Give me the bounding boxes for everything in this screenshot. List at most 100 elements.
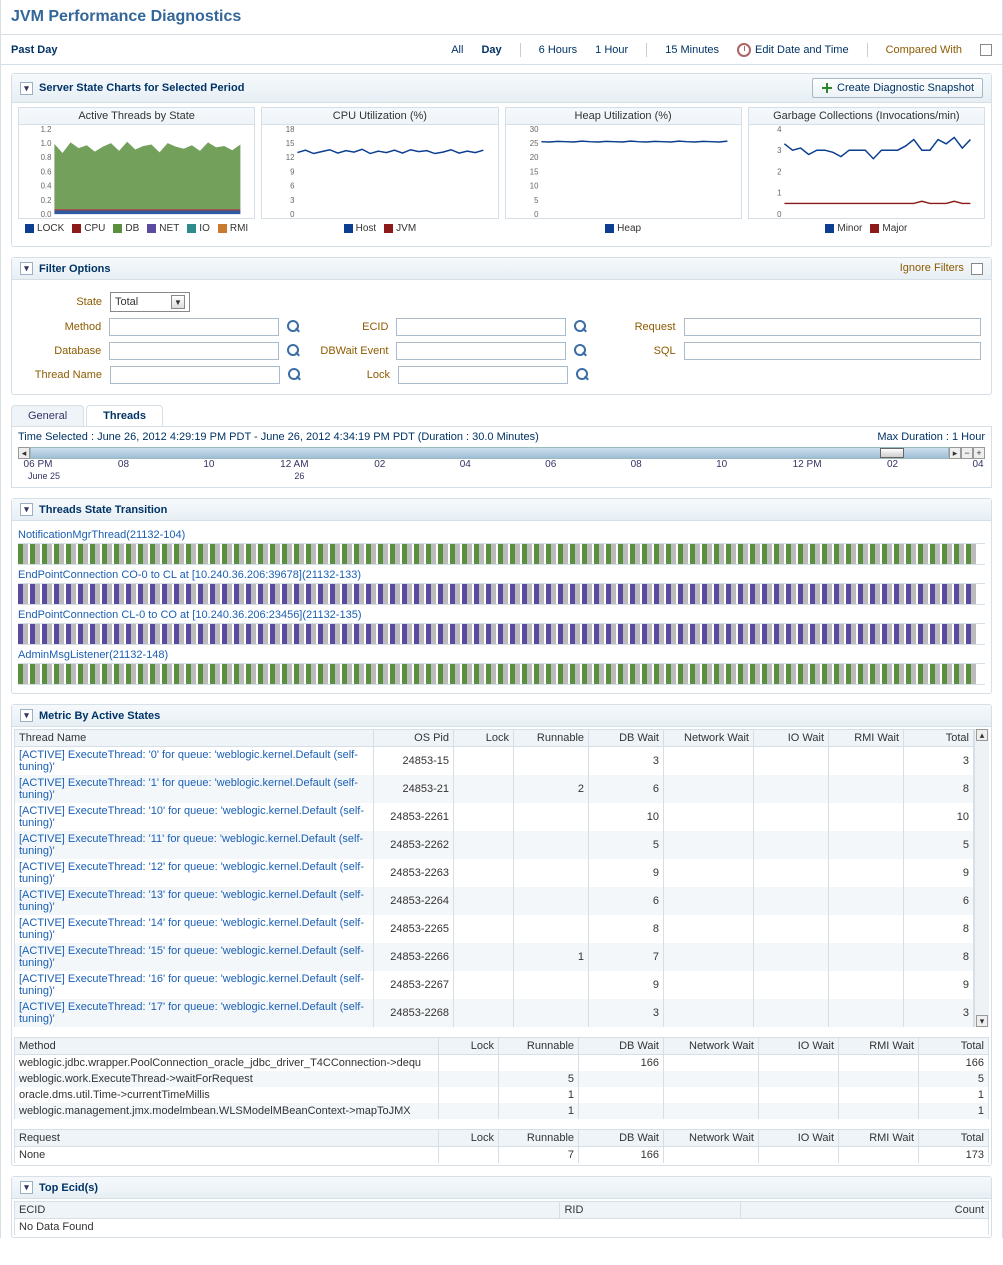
search-icon[interactable]: [287, 320, 301, 334]
range-day[interactable]: Day: [481, 44, 501, 56]
column-header[interactable]: DB Wait: [579, 1130, 664, 1147]
column-header[interactable]: RMI Wait: [839, 1038, 919, 1055]
ignore-filters-checkbox[interactable]: [971, 263, 983, 275]
column-header[interactable]: IO Wait: [759, 1038, 839, 1055]
row-link[interactable]: [ACTIVE] ExecuteThread: '10' for queue: …: [15, 803, 374, 831]
column-header[interactable]: IO Wait: [754, 730, 829, 747]
row-link[interactable]: [ACTIVE] ExecuteThread: '11' for queue: …: [15, 831, 374, 859]
column-header[interactable]: Total: [904, 730, 974, 747]
column-header[interactable]: Runnable: [499, 1130, 579, 1147]
column-header[interactable]: Total: [919, 1130, 989, 1147]
tab-general[interactable]: General: [11, 405, 84, 426]
cell: [664, 747, 754, 776]
thread-link[interactable]: AdminMsgListener(21132-148): [18, 649, 985, 661]
column-header[interactable]: Runnable: [499, 1038, 579, 1055]
compared-with-checkbox[interactable]: [980, 44, 992, 56]
panel-title: Server State Charts for Selected Period: [39, 82, 244, 94]
filter-request-input[interactable]: [684, 318, 981, 336]
search-icon[interactable]: [576, 368, 590, 382]
row-link[interactable]: [ACTIVE] ExecuteThread: '17' for queue: …: [15, 999, 374, 1027]
search-icon[interactable]: [287, 344, 301, 358]
timeline-scroll-left[interactable]: ◂: [18, 447, 30, 459]
column-header[interactable]: Request: [15, 1130, 439, 1147]
cell: [754, 943, 829, 971]
cell: 9: [904, 971, 974, 999]
range-label: Past Day: [11, 44, 57, 56]
timeline-scrollbar[interactable]: [30, 447, 949, 459]
collapse-toggle[interactable]: ▾: [20, 82, 33, 95]
column-header[interactable]: Lock: [439, 1130, 499, 1147]
column-header[interactable]: Lock: [439, 1038, 499, 1055]
cell: [829, 887, 904, 915]
timeline-scroll-right[interactable]: ▸: [949, 447, 961, 459]
column-header[interactable]: DB Wait: [589, 730, 664, 747]
table-row: None7166173: [15, 1147, 989, 1164]
row-link[interactable]: [ACTIVE] ExecuteThread: '12' for queue: …: [15, 859, 374, 887]
tab-threads[interactable]: Threads: [86, 405, 163, 426]
range-all[interactable]: All: [451, 44, 463, 56]
column-header[interactable]: OS Pid: [374, 730, 454, 747]
svg-text:6: 6: [290, 182, 295, 191]
filter-dbwait-event-input[interactable]: [396, 342, 566, 360]
filter-lock-input[interactable]: [398, 366, 568, 384]
collapse-toggle[interactable]: ▾: [20, 503, 33, 516]
search-icon[interactable]: [288, 368, 302, 382]
thread-link[interactable]: NotificationMgrThread(21132-104): [18, 529, 985, 541]
state-select[interactable]: Total▼: [110, 292, 190, 312]
column-header[interactable]: RID: [560, 1202, 741, 1219]
timeline-zoom-in[interactable]: +: [973, 447, 985, 459]
column-header[interactable]: RMI Wait: [839, 1130, 919, 1147]
cell: weblogic.management.jmx.modelmbean.WLSMo…: [15, 1103, 439, 1119]
row-link[interactable]: [ACTIVE] ExecuteThread: '1' for queue: '…: [15, 775, 374, 803]
scroll-up[interactable]: ▴: [976, 729, 988, 741]
column-header[interactable]: IO Wait: [759, 1130, 839, 1147]
column-header[interactable]: DB Wait: [579, 1038, 664, 1055]
column-header[interactable]: Total: [919, 1038, 989, 1055]
column-header[interactable]: Network Wait: [664, 1038, 759, 1055]
column-header[interactable]: Method: [15, 1038, 439, 1055]
collapse-toggle[interactable]: ▾: [20, 262, 33, 275]
chart-plot: 0.00.20.40.60.81.01.2: [18, 124, 255, 219]
row-link[interactable]: [ACTIVE] ExecuteThread: '16' for queue: …: [15, 971, 374, 999]
row-link[interactable]: [ACTIVE] ExecuteThread: '14' for queue: …: [15, 915, 374, 943]
cell: [439, 1087, 499, 1103]
filter-database-input[interactable]: [109, 342, 279, 360]
cell: 8: [904, 915, 974, 943]
column-header[interactable]: Lock: [454, 730, 514, 747]
timeline-thumb[interactable]: [880, 448, 904, 458]
filter-sql-input[interactable]: [684, 342, 981, 360]
filter-method-input[interactable]: [109, 318, 279, 336]
column-header[interactable]: ECID: [15, 1202, 560, 1219]
range-6h[interactable]: 6 Hours: [539, 44, 578, 56]
scroll-down[interactable]: ▾: [976, 1015, 988, 1027]
filter-thread-name-input[interactable]: [110, 366, 280, 384]
thread-link[interactable]: EndPointConnection CL-0 to CO at [10.240…: [18, 609, 985, 621]
column-header[interactable]: Thread Name: [15, 730, 374, 747]
filter-ecid-input[interactable]: [396, 318, 566, 336]
edit-date-time[interactable]: Edit Date and Time: [737, 43, 849, 57]
collapse-toggle[interactable]: ▾: [20, 709, 33, 722]
column-header[interactable]: Network Wait: [664, 730, 754, 747]
column-header[interactable]: Runnable: [514, 730, 589, 747]
cell: [664, 831, 754, 859]
collapse-toggle[interactable]: ▾: [20, 1181, 33, 1194]
timeline-zoom-out[interactable]: −: [961, 447, 973, 459]
search-icon[interactable]: [574, 344, 588, 358]
range-1h[interactable]: 1 Hour: [595, 44, 628, 56]
row-link[interactable]: [ACTIVE] ExecuteThread: '15' for queue: …: [15, 943, 374, 971]
cell: [664, 1055, 759, 1072]
metric-scrollbar[interactable]: ▴ ▾: [974, 729, 989, 1027]
column-header[interactable]: Network Wait: [664, 1130, 759, 1147]
time-toolbar: Past Day All Day 6 Hours 1 Hour 15 Minut…: [1, 35, 1002, 65]
svg-text:15: 15: [529, 167, 538, 176]
cell: [754, 859, 829, 887]
column-header[interactable]: Count: [741, 1202, 989, 1219]
search-icon[interactable]: [574, 320, 588, 334]
row-link[interactable]: [ACTIVE] ExecuteThread: '13' for queue: …: [15, 887, 374, 915]
row-link[interactable]: [ACTIVE] ExecuteThread: '0' for queue: '…: [15, 747, 374, 776]
thread-link[interactable]: EndPointConnection CO-0 to CL at [10.240…: [18, 569, 985, 581]
column-header[interactable]: RMI Wait: [829, 730, 904, 747]
cell: [579, 1087, 664, 1103]
create-snapshot-button[interactable]: Create Diagnostic Snapshot: [812, 78, 983, 98]
range-15m[interactable]: 15 Minutes: [665, 44, 719, 56]
